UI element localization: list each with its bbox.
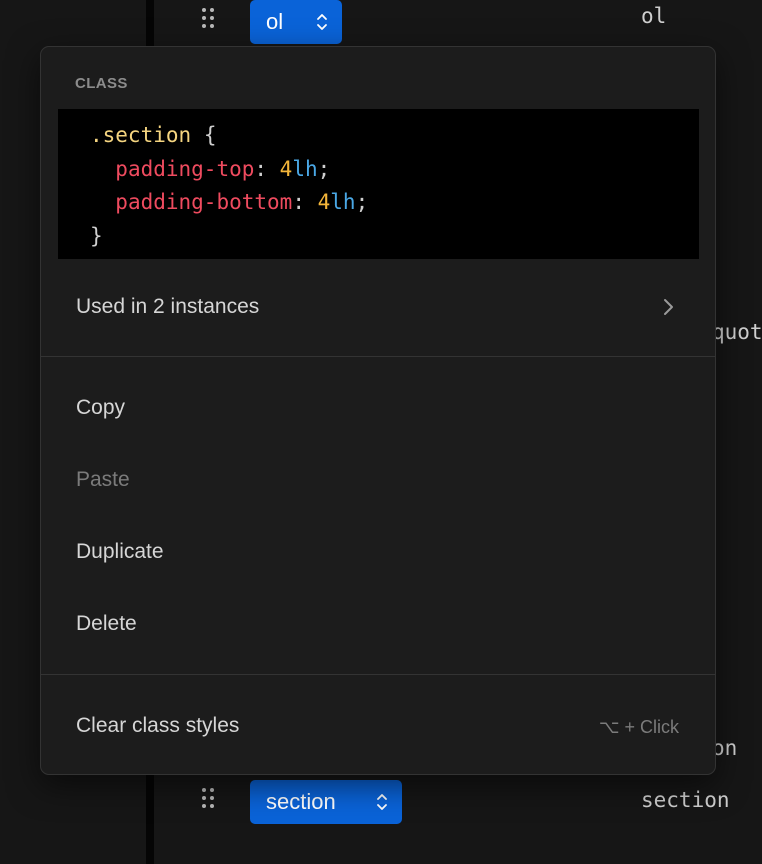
menu-divider: [41, 356, 715, 357]
code-line-selector: .section {: [90, 119, 699, 153]
menu-item-label: Delete: [76, 612, 137, 635]
css-property: padding-top: [115, 156, 255, 181]
css-selector: .section: [90, 123, 192, 147]
copy-menu-item[interactable]: Copy: [41, 384, 715, 432]
chevron-right-icon: [664, 299, 673, 315]
css-code-preview: .section { padding-top: 4lh; padding-bot…: [58, 109, 699, 259]
menu-item-label: Paste: [76, 468, 130, 491]
paste-menu-item: Paste: [41, 456, 715, 504]
instances-label: Used in 2 instances: [76, 295, 260, 318]
tag-select-label: ol: [266, 9, 284, 34]
partial-tag-name: quot: [712, 320, 762, 344]
tag-select-section[interactable]: section: [250, 780, 402, 824]
drag-handle-icon[interactable]: [202, 788, 218, 810]
code-line-declaration: padding-top: 4lh;: [115, 156, 331, 181]
drag-handle-icon[interactable]: [202, 8, 218, 30]
tag-name-label: section: [641, 788, 730, 812]
css-close-brace: }: [90, 223, 103, 248]
menu-item-label: Copy: [76, 396, 126, 419]
shortcut-hint: ⌥ + Click: [598, 717, 679, 737]
duplicate-menu-item[interactable]: Duplicate: [41, 528, 715, 576]
css-unit: lh: [330, 190, 356, 214]
tree-row-section[interactable]: section section: [0, 776, 762, 824]
code-line-close: }: [90, 220, 699, 254]
chevron-updown-icon: [317, 14, 327, 30]
menu-item-label: Clear class styles: [76, 714, 240, 737]
tag-select-label: section: [266, 789, 336, 814]
css-open-brace: {: [203, 123, 217, 147]
class-context-menu: CLASS .section { padding-top: 4lh; paddi…: [40, 46, 716, 775]
section-heading: CLASS: [75, 75, 128, 92]
css-number: 4: [317, 190, 331, 214]
navigator-panel: ol ol quot on section section CLASS .sec…: [0, 0, 762, 864]
css-property: padding-bottom: [115, 190, 293, 214]
menu-divider: [41, 674, 715, 675]
used-in-instances-item[interactable]: Used in 2 instances: [41, 283, 715, 331]
tree-row-ol[interactable]: ol ol: [0, 0, 762, 44]
tag-name-label: ol: [641, 4, 667, 28]
chevron-updown-icon: [377, 794, 387, 810]
clear-class-styles-menu-item[interactable]: Clear class styles ⌥ + Click: [41, 702, 715, 750]
css-unit: lh: [292, 156, 318, 181]
code-line-declaration: padding-bottom: 4lh;: [115, 190, 369, 214]
tag-select-ol[interactable]: ol: [250, 0, 342, 44]
menu-item-label: Duplicate: [76, 540, 164, 563]
delete-menu-item[interactable]: Delete: [41, 600, 715, 648]
css-number: 4: [279, 156, 293, 181]
